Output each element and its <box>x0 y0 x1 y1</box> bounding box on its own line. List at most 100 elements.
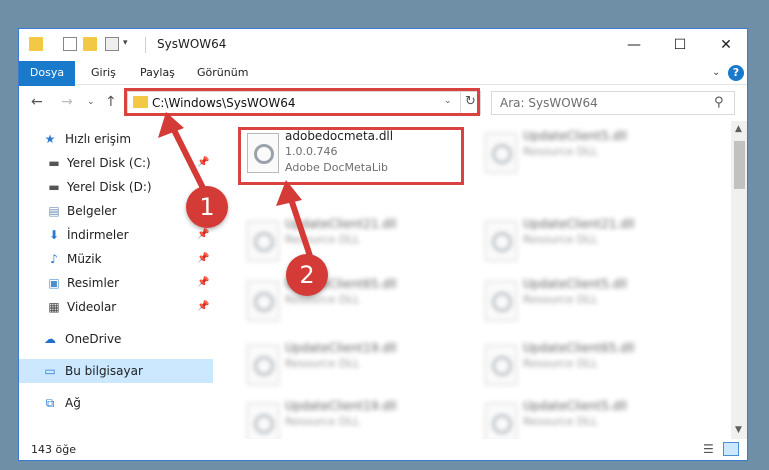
file-item[interactable]: UpdateClient21.dll Resource DLL <box>475 215 701 273</box>
file-description: Resource DLL <box>285 357 360 370</box>
sidebar-item-music[interactable]: ♪ Müzik 📌 <box>19 247 213 271</box>
file-item[interactable]: UpdateClient5.dll Resource DLL <box>475 275 701 333</box>
documents-icon: ▤ <box>48 204 60 218</box>
file-description: Resource DLL <box>523 145 598 158</box>
tab-view[interactable]: Görünüm <box>197 61 248 85</box>
file-name: UpdateClient21.dll <box>285 217 397 231</box>
star-icon: ★ <box>44 132 56 146</box>
file-description: Resource DLL <box>285 233 360 246</box>
sidebar-item-label: İndirmeler <box>67 228 129 242</box>
sidebar-item-label: Resimler <box>67 276 120 290</box>
scroll-thumb[interactable] <box>734 141 745 189</box>
sidebar-item-quick-access[interactable]: ★ Hızlı erişim <box>19 127 213 151</box>
search-input[interactable]: Ara: SysWOW64 ⚲ <box>491 91 735 115</box>
sidebar-item-label: Belgeler <box>67 204 117 218</box>
file-description: Resource DLL <box>523 357 598 370</box>
sidebar-item-label: Yerel Disk (D:) <box>67 180 152 194</box>
details-view-icon[interactable]: ☰ <box>703 442 714 456</box>
address-highlight-box <box>124 88 480 116</box>
large-icons-view-icon[interactable] <box>723 442 739 456</box>
sidebar-item-this-pc[interactable]: ▭ Bu bilgisayar <box>19 359 213 383</box>
close-button[interactable]: ✕ <box>703 29 747 61</box>
file-description: Resource DLL <box>523 415 598 428</box>
vertical-scrollbar[interactable]: ▲ ▼ <box>731 121 747 439</box>
up-icon[interactable]: ↑ <box>105 94 117 110</box>
sidebar-item-local-disk-c[interactable]: ▬ Yerel Disk (C:) 📌 <box>19 151 213 175</box>
file-name: UpdateClient5.dll <box>523 277 627 291</box>
sidebar-item-pictures[interactable]: ▣ Resimler 📌 <box>19 271 213 295</box>
dll-file-icon <box>485 221 517 261</box>
dll-file-icon <box>485 345 517 385</box>
sidebar-item-documents[interactable]: ▤ Belgeler 📌 <box>19 199 213 223</box>
sidebar-item-label: Videolar <box>67 300 117 314</box>
title-separator <box>145 37 146 53</box>
pin-icon: 📌 <box>197 253 210 264</box>
step-badge-1: 1 <box>186 186 228 228</box>
pin-icon: 📌 <box>197 229 210 240</box>
recent-locations-icon[interactable]: ⌄ <box>87 97 95 107</box>
ribbon-tabs: Dosya Giriş Paylaş Görünüm ⌄ ? <box>19 61 747 119</box>
dll-file-icon <box>247 345 279 385</box>
file-name: UpdateClient5.dll <box>523 399 627 413</box>
file-description: Resource DLL <box>285 415 360 428</box>
downloads-icon: ⬇ <box>48 228 60 242</box>
file-name: UpdateClient65.dll <box>523 341 635 355</box>
file-name: UpdateClient19.dll <box>285 341 397 355</box>
file-item[interactable]: UpdateClient19.dll Resource DLL <box>237 339 463 397</box>
dll-file-icon <box>247 221 279 261</box>
music-icon: ♪ <box>50 252 58 266</box>
sidebar-item-label: Hızlı erişim <box>65 132 132 146</box>
cloud-icon: ☁ <box>44 332 56 346</box>
sidebar-item-downloads[interactable]: ⬇ İndirmeler 📌 <box>19 223 213 247</box>
step-badge-2: 2 <box>286 254 328 296</box>
maximize-button[interactable]: ☐ <box>657 29 703 61</box>
expand-ribbon-icon[interactable]: ⌄ <box>712 67 720 78</box>
sidebar-item-network[interactable]: ⧉ Ağ <box>19 391 213 415</box>
properties-icon[interactable] <box>63 37 77 51</box>
sidebar-item-label: Bu bilgisayar <box>65 364 143 378</box>
dll-file-icon <box>247 403 279 439</box>
back-icon[interactable]: ← <box>31 94 43 110</box>
videos-icon: ▦ <box>48 300 60 314</box>
forward-icon[interactable]: → <box>61 94 73 110</box>
computer-icon: ▭ <box>44 364 56 378</box>
scroll-up-icon[interactable]: ▲ <box>735 124 742 134</box>
sidebar-item-label: Yerel Disk (C:) <box>67 156 151 170</box>
search-icon[interactable]: ⚲ <box>714 95 724 110</box>
file-item[interactable]: UpdateClient21.dll Resource DLL <box>237 215 463 273</box>
sidebar-item-onedrive[interactable]: ☁ OneDrive <box>19 327 213 351</box>
drive-icon: ▬ <box>48 180 60 194</box>
file-item[interactable]: UpdateClient5.dll Resource DLL <box>475 397 701 439</box>
pin-icon: 📌 <box>197 157 210 168</box>
dll-file-icon <box>485 133 517 173</box>
item-count: 143 öğe <box>31 443 76 456</box>
new-folder-icon[interactable] <box>83 37 97 51</box>
dll-file-icon <box>485 281 517 321</box>
help-icon[interactable]: ? <box>728 65 744 81</box>
file-description: Resource DLL <box>523 233 598 246</box>
file-highlight-box <box>238 127 464 185</box>
pin-icon: 📌 <box>197 301 210 312</box>
search-placeholder: Ara: SysWOW64 <box>500 96 598 110</box>
sidebar-item-videos[interactable]: ▦ Videolar 📌 <box>19 295 213 319</box>
minimize-button[interactable]: — <box>611 29 657 61</box>
view-options-icon[interactable] <box>105 37 119 51</box>
file-name: UpdateClient19.dll <box>285 399 397 413</box>
file-item[interactable]: UpdateClient19.dll Resource DLL <box>237 397 463 439</box>
scroll-down-icon[interactable]: ▼ <box>735 425 742 435</box>
file-name: UpdateClient5.dll <box>523 129 627 143</box>
pin-icon: 📌 <box>197 277 210 288</box>
dll-file-icon <box>485 403 517 439</box>
title-bar: ▾ SysWOW64 — ☐ ✕ <box>19 29 747 61</box>
sidebar-item-local-disk-d[interactable]: ▬ Yerel Disk (D:) <box>19 175 213 199</box>
status-bar: 143 öğe ☰ <box>19 439 747 460</box>
sidebar-item-label: Ağ <box>65 396 81 410</box>
file-item[interactable]: UpdateClient65.dll Resource DLL <box>475 339 701 397</box>
drive-icon: ▬ <box>48 156 60 170</box>
file-item[interactable]: UpdateClient5.dll Resource DLL <box>475 127 701 185</box>
window-title: SysWOW64 <box>157 37 227 51</box>
file-item[interactable]: UpdateClient65.dll Resource DLL <box>237 275 463 333</box>
customize-toolbar-icon[interactable]: ▾ <box>123 38 128 48</box>
tab-home[interactable]: Giriş <box>91 61 116 85</box>
tab-share[interactable]: Paylaş <box>140 61 175 85</box>
